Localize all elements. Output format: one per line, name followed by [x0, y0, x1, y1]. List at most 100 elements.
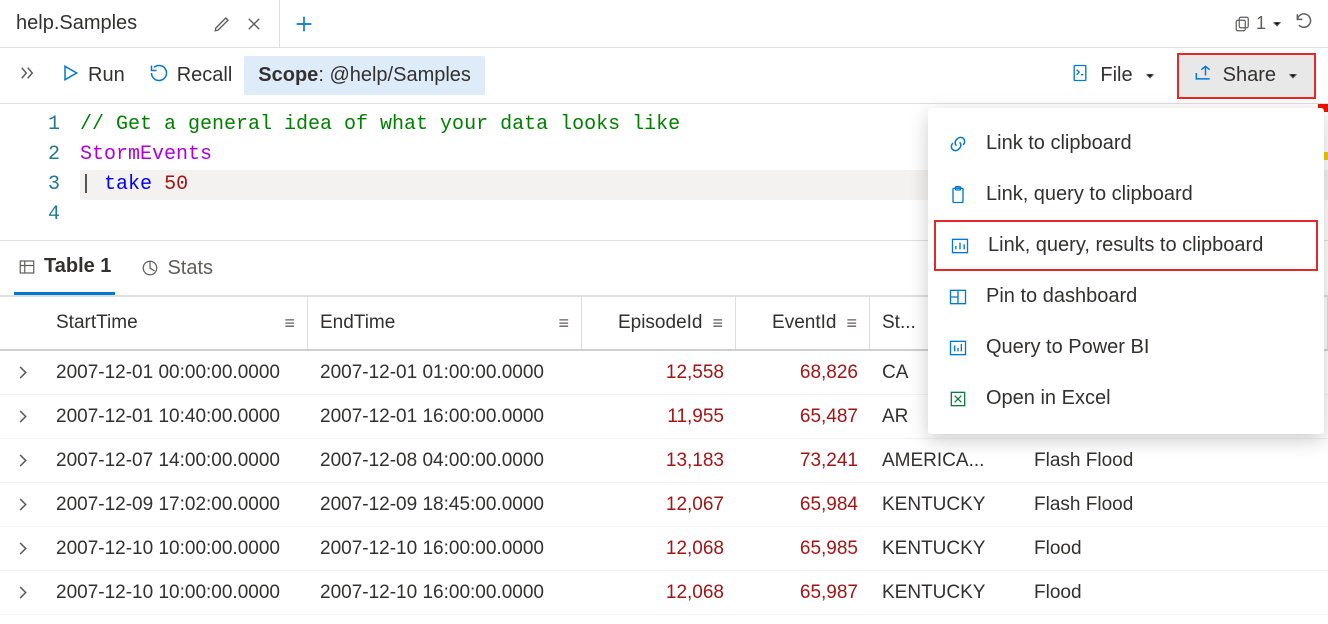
editor-gutter: 1 2 3 4	[0, 110, 80, 230]
menu-label: Link, query to clipboard	[986, 183, 1193, 206]
file-icon	[1070, 63, 1090, 89]
dashboard-icon	[946, 287, 970, 307]
powerbi-icon	[946, 338, 970, 358]
cell-end-time: 2007-12-10 16:00:00.0000	[308, 538, 582, 560]
menu-link-query-to-clipboard[interactable]: Link, query to clipboard	[928, 169, 1324, 220]
menu-pin-to-dashboard[interactable]: Pin to dashboard	[928, 271, 1324, 322]
tab-stats-label: Stats	[167, 257, 213, 280]
cell-event-id: 65,984	[736, 494, 870, 516]
tab-active[interactable]: help.Samples	[0, 0, 280, 47]
menu-link-query-results-to-clipboard[interactable]: Link, query, results to clipboard	[934, 220, 1318, 271]
recall-icon	[149, 63, 169, 89]
menu-open-in-excel[interactable]: Open in Excel	[928, 373, 1324, 424]
cell-event-type: Flood	[1022, 582, 1328, 604]
cell-start-time: 2007-12-07 14:00:00.0000	[44, 450, 308, 472]
table-row[interactable]: 2007-12-10 10:00:00.00002007-12-10 16:00…	[0, 571, 1328, 615]
cell-state: KENTUCKY	[870, 494, 1022, 516]
cell-event-id: 68,826	[736, 362, 870, 384]
menu-label: Open in Excel	[986, 387, 1111, 410]
column-menu-icon[interactable]: ≡	[712, 313, 723, 334]
recall-label: Recall	[177, 64, 233, 87]
code-keyword: take	[104, 173, 152, 196]
cell-event-type: Flash Flood	[1022, 450, 1328, 472]
link-icon	[946, 134, 970, 154]
cell-start-time: 2007-12-09 17:02:00.0000	[44, 494, 308, 516]
table-icon	[18, 258, 36, 276]
cell-episode-id: 11,955	[582, 406, 736, 428]
share-label: Share	[1223, 64, 1276, 87]
edit-icon[interactable]	[213, 15, 231, 33]
cell-start-time: 2007-12-01 10:40:00.0000	[44, 406, 308, 428]
undo-icon[interactable]	[1294, 11, 1314, 37]
column-menu-icon[interactable]: ≡	[284, 313, 295, 334]
table-row[interactable]: 2007-12-10 10:00:00.00002007-12-10 16:00…	[0, 527, 1328, 571]
cell-episode-id: 12,558	[582, 362, 736, 384]
table-row[interactable]: 2007-12-09 17:02:00.00002007-12-09 18:45…	[0, 483, 1328, 527]
row-expand-icon[interactable]	[0, 583, 44, 602]
file-label: File	[1100, 64, 1132, 87]
file-dropdown[interactable]: File	[1056, 57, 1170, 95]
tabs-copy-count: 1	[1256, 13, 1266, 34]
expand-icon[interactable]	[6, 64, 48, 87]
run-label: Run	[88, 64, 125, 87]
play-icon	[60, 63, 80, 89]
results-icon	[948, 236, 972, 256]
menu-link-to-clipboard[interactable]: Link to clipboard	[928, 118, 1324, 169]
scope-label: Scope	[258, 64, 318, 86]
chevron-down-icon	[1143, 69, 1157, 83]
tabs-copy-dropdown[interactable]: 1	[1234, 13, 1284, 34]
cell-event-id: 65,985	[736, 538, 870, 560]
row-expand-icon[interactable]	[0, 407, 44, 426]
clipboard-icon	[946, 185, 970, 205]
tab-stats[interactable]: Stats	[137, 241, 217, 295]
column-event-id[interactable]: EventId ≡	[736, 297, 870, 349]
cell-event-type: Flash Flood	[1022, 494, 1328, 516]
chevron-down-icon	[1286, 69, 1300, 83]
cell-end-time: 2007-12-01 01:00:00.0000	[308, 362, 582, 384]
cell-start-time: 2007-12-01 00:00:00.0000	[44, 362, 308, 384]
cell-start-time: 2007-12-10 10:00:00.0000	[44, 538, 308, 560]
menu-label: Link, query, results to clipboard	[988, 234, 1263, 257]
cell-event-id: 65,487	[736, 406, 870, 428]
column-menu-icon[interactable]: ≡	[558, 313, 569, 334]
row-expand-icon[interactable]	[0, 451, 44, 470]
scope-pill[interactable]: Scope: @help/Samples	[244, 56, 485, 95]
cell-event-id: 65,987	[736, 582, 870, 604]
row-expand-icon[interactable]	[0, 495, 44, 514]
row-expand-icon[interactable]	[0, 539, 44, 558]
cell-state: KENTUCKY	[870, 582, 1022, 604]
toolbar: Run Recall Scope: @help/Samples File Sha…	[0, 48, 1328, 104]
column-start-time[interactable]: StartTime ≡	[44, 297, 308, 349]
row-expand-icon[interactable]	[0, 363, 44, 382]
tab-bar: help.Samples 1	[0, 0, 1328, 48]
cell-episode-id: 13,183	[582, 450, 736, 472]
excel-icon	[946, 389, 970, 409]
cell-end-time: 2007-12-08 04:00:00.0000	[308, 450, 582, 472]
recall-button[interactable]: Recall	[137, 57, 245, 95]
tab-table[interactable]: Table 1	[14, 241, 115, 295]
cell-episode-id: 12,068	[582, 582, 736, 604]
cell-episode-id: 12,068	[582, 538, 736, 560]
tab-table-label: Table 1	[44, 255, 111, 278]
new-tab-button[interactable]	[280, 13, 328, 35]
menu-label: Link to clipboard	[986, 132, 1132, 155]
table-row[interactable]: 2007-12-07 14:00:00.00002007-12-08 04:00…	[0, 439, 1328, 483]
menu-label: Pin to dashboard	[986, 285, 1137, 308]
close-icon[interactable]	[245, 15, 263, 33]
code-number: 50	[164, 173, 188, 196]
menu-query-to-power-bi[interactable]: Query to Power BI	[928, 322, 1324, 373]
cell-state: KENTUCKY	[870, 538, 1022, 560]
code-identifier: StormEvents	[80, 143, 212, 166]
cell-end-time: 2007-12-09 18:45:00.0000	[308, 494, 582, 516]
cell-event-type: Flood	[1022, 538, 1328, 560]
column-menu-icon[interactable]: ≡	[846, 313, 857, 334]
cell-start-time: 2007-12-10 10:00:00.0000	[44, 582, 308, 604]
run-button[interactable]: Run	[48, 57, 137, 95]
code-pipe: |	[80, 173, 92, 196]
cell-end-time: 2007-12-10 16:00:00.0000	[308, 582, 582, 604]
share-menu: Link to clipboard Link, query to clipboa…	[928, 108, 1324, 434]
column-end-time[interactable]: EndTime ≡	[308, 297, 582, 349]
column-episode-id[interactable]: EpisodeId ≡	[582, 297, 736, 349]
share-dropdown[interactable]: Share	[1177, 53, 1316, 99]
scope-value: @help/Samples	[329, 64, 470, 86]
